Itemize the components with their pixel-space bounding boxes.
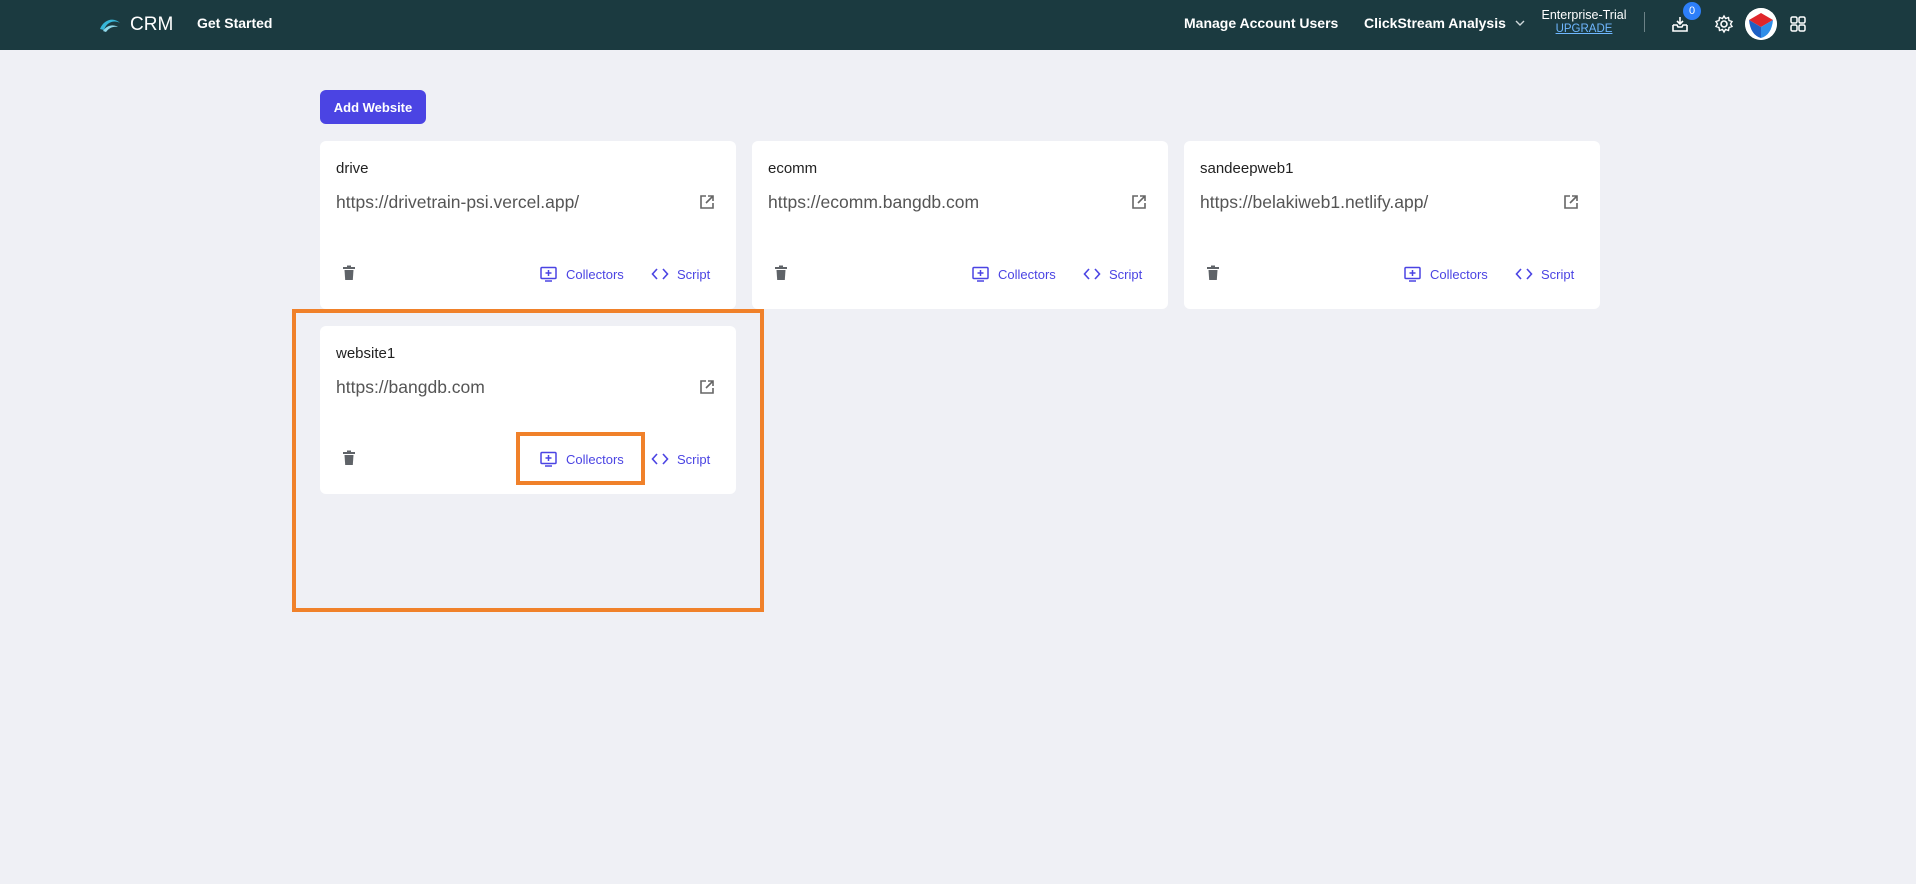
script-button[interactable]: Script xyxy=(1083,264,1142,284)
trash-icon[interactable] xyxy=(774,265,788,281)
avatar-logo-icon xyxy=(1745,8,1777,40)
website-card-website1: website1 https://bangdb.com Collectors S… xyxy=(320,326,736,494)
website-name: ecomm xyxy=(768,160,818,177)
website-card-ecomm: ecomm https://ecomm.bangdb.com Collector… xyxy=(752,141,1168,309)
upgrade-link[interactable]: UPGRADE xyxy=(1538,22,1630,36)
collectors-label: Collectors xyxy=(1430,266,1488,282)
collectors-label: Collectors xyxy=(998,266,1056,282)
script-button[interactable]: Script xyxy=(651,449,710,469)
chevron-down-icon xyxy=(1515,20,1525,26)
collectors-icon xyxy=(540,451,557,467)
external-link-icon[interactable] xyxy=(698,193,716,211)
script-label: Script xyxy=(677,266,711,282)
collectors-button[interactable]: Collectors xyxy=(540,264,624,284)
website-url: https://drivetrain-psi.vercel.app/ xyxy=(336,192,580,212)
external-link-icon[interactable] xyxy=(1562,193,1580,211)
website-card-drive: drive https://drivetrain-psi.vercel.app/… xyxy=(320,141,736,309)
collectors-icon xyxy=(540,266,557,282)
script-label: Script xyxy=(1541,266,1575,282)
code-icon xyxy=(651,453,669,465)
trash-icon[interactable] xyxy=(342,265,356,281)
script-label: Script xyxy=(1109,266,1143,282)
script-button[interactable]: Script xyxy=(651,264,710,284)
collectors-icon xyxy=(972,266,989,282)
apps-grid-icon[interactable] xyxy=(1787,13,1809,35)
crm-logo-icon xyxy=(100,19,120,32)
add-website-button[interactable]: Add Website xyxy=(320,90,426,124)
collectors-label: Collectors xyxy=(566,266,624,282)
trash-icon[interactable] xyxy=(342,450,356,466)
external-link-icon[interactable] xyxy=(1130,193,1148,211)
code-icon xyxy=(651,268,669,280)
user-avatar[interactable] xyxy=(1745,8,1777,40)
website-name: sandeepweb1 xyxy=(1200,160,1294,177)
website-name: drive xyxy=(336,160,369,177)
website-url: https://belakiweb1.netlify.app/ xyxy=(1200,192,1429,212)
external-link-icon[interactable] xyxy=(698,378,716,396)
trash-icon[interactable] xyxy=(1206,265,1220,281)
plan-info: Enterprise-Trial UPGRADE xyxy=(1538,8,1630,36)
collectors-label: Collectors xyxy=(566,451,624,467)
website-name: website1 xyxy=(336,345,396,362)
code-icon xyxy=(1515,268,1533,280)
app-switcher-label: ClickStream Analysis xyxy=(1364,15,1506,31)
script-button[interactable]: Script xyxy=(1515,264,1574,284)
code-icon xyxy=(1083,268,1101,280)
collectors-button[interactable]: Collectors xyxy=(972,264,1056,284)
inbox-count-badge: 0 xyxy=(1683,2,1701,20)
website-url: https://bangdb.com xyxy=(336,377,485,397)
collectors-icon xyxy=(1404,266,1421,282)
plan-name: Enterprise-Trial xyxy=(1541,8,1627,22)
website-url: https://ecomm.bangdb.com xyxy=(768,192,980,212)
website-card-sandeepweb1: sandeepweb1 https://belakiweb1.netlify.a… xyxy=(1184,141,1600,309)
collectors-button[interactable]: Collectors xyxy=(1404,264,1488,284)
logo-text: CRM xyxy=(130,14,174,35)
top-navbar: CRM Get Started Manage Account Users Cli… xyxy=(0,0,1916,50)
app-switcher[interactable]: ClickStream Analysis xyxy=(1364,15,1526,31)
gear-icon[interactable] xyxy=(1713,13,1735,35)
script-label: Script xyxy=(677,451,711,467)
nav-manage-account-users[interactable]: Manage Account Users xyxy=(1184,15,1338,31)
nav-get-started[interactable]: Get Started xyxy=(197,15,272,31)
collectors-button[interactable]: Collectors xyxy=(540,449,624,469)
nav-divider xyxy=(1644,12,1645,32)
crm-logo[interactable]: CRM xyxy=(98,12,173,38)
